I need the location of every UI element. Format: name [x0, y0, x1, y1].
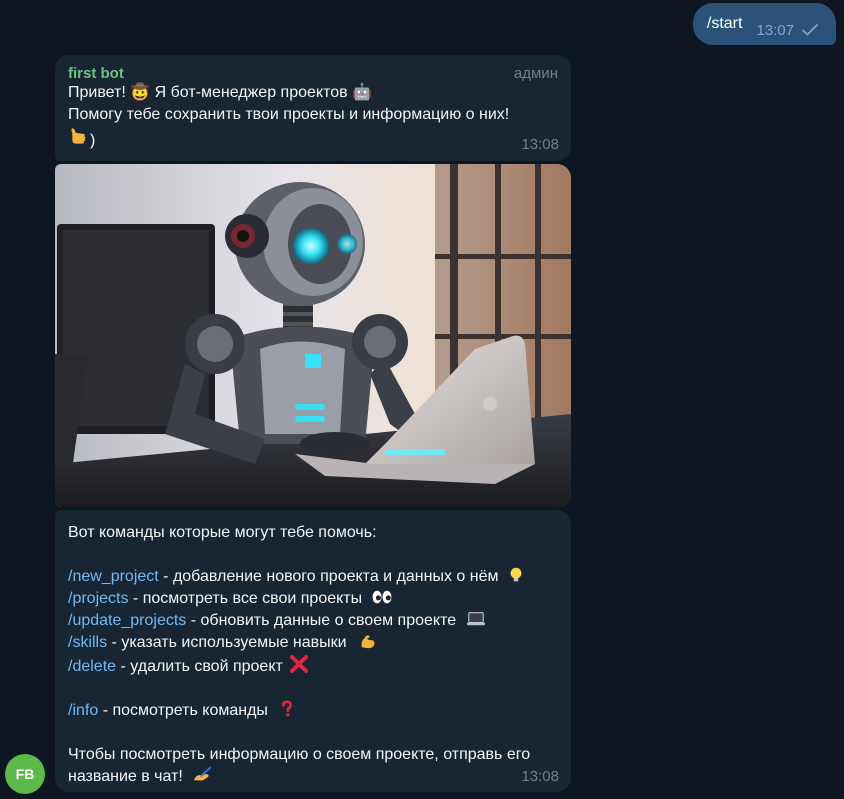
- commands-outro-text: название в чат!: [68, 768, 183, 785]
- command-link-new-project[interactable]: /new_project: [68, 568, 159, 585]
- lightbulb-icon: [510, 567, 522, 582]
- command-link-update-projects[interactable]: /update_projects: [68, 612, 186, 629]
- command-desc: - указать используемые навыки: [107, 634, 347, 651]
- command-desc: - посмотреть команды: [98, 702, 268, 719]
- command-update-projects: /update_projects - обновить данные о сво…: [68, 610, 558, 632]
- command-delete: /delete - удалить свой проект: [68, 654, 558, 678]
- writing-hand-icon: [194, 766, 212, 781]
- sender-name[interactable]: first bot: [68, 65, 124, 82]
- commands-outro-line-2: название в чат!: [68, 766, 558, 788]
- command-link-projects[interactable]: /projects: [68, 590, 128, 607]
- command-new-project: /new_project - добавление нового проекта…: [68, 566, 558, 588]
- laptop-icon: [466, 612, 485, 626]
- commands-time: 13:08: [521, 768, 559, 785]
- command-link-skills[interactable]: /skills: [68, 634, 107, 651]
- command-link-delete[interactable]: /delete: [68, 658, 116, 675]
- cross-icon: [290, 655, 309, 673]
- greeting-line-1: Привет! 🤠 Я бот-менеджер проектов 🤖: [68, 84, 372, 101]
- command-desc: - удалить свой проект: [116, 658, 283, 675]
- outgoing-message[interactable]: /start 13:07: [692, 3, 836, 45]
- greeting-time: 13:08: [521, 136, 559, 153]
- command-desc: - добавление нового проекта и данных о н…: [158, 568, 499, 585]
- outgoing-meta: 13:07: [756, 22, 818, 39]
- avatar[interactable]: FB: [5, 754, 45, 794]
- admin-badge: админ: [513, 65, 558, 82]
- command-projects: /projects - посмотреть все свои проекты: [68, 588, 558, 610]
- robot-illustration: [55, 164, 571, 507]
- outgoing-text: /start: [706, 15, 743, 32]
- question-icon: [282, 700, 293, 717]
- call-me-hand-icon: [71, 128, 86, 144]
- greeting-line-3-text: ): [90, 132, 96, 149]
- greeting-line-2: Помогу тебе сохранить твои проекты и инф…: [68, 106, 510, 123]
- commands-intro: Вот команды которые могут тебе помочь:: [68, 524, 377, 541]
- command-desc: - посмотреть все свои проекты: [128, 590, 363, 607]
- commands-outro-line-1: Чтобы посмотреть информацию о своем прое…: [68, 746, 531, 763]
- muscle-icon: [361, 635, 375, 649]
- greeting-line-3: ): [68, 126, 558, 152]
- eyes-icon: [372, 590, 392, 604]
- command-info: /info - посмотреть команды: [68, 700, 558, 722]
- outgoing-time: 13:07: [756, 21, 794, 39]
- command-link-info[interactable]: /info: [68, 702, 98, 719]
- command-desc: - обновить данные о своем проекте: [186, 612, 457, 629]
- robot-photo[interactable]: [55, 164, 571, 507]
- command-skills: /skills - указать используемые навыки: [68, 632, 558, 654]
- commands-message[interactable]: Вот команды которые могут тебе помочь: /…: [55, 510, 571, 792]
- greeting-message[interactable]: first bot админ Привет! 🤠 Я бот-менеджер…: [55, 55, 571, 161]
- check-icon: [802, 24, 818, 36]
